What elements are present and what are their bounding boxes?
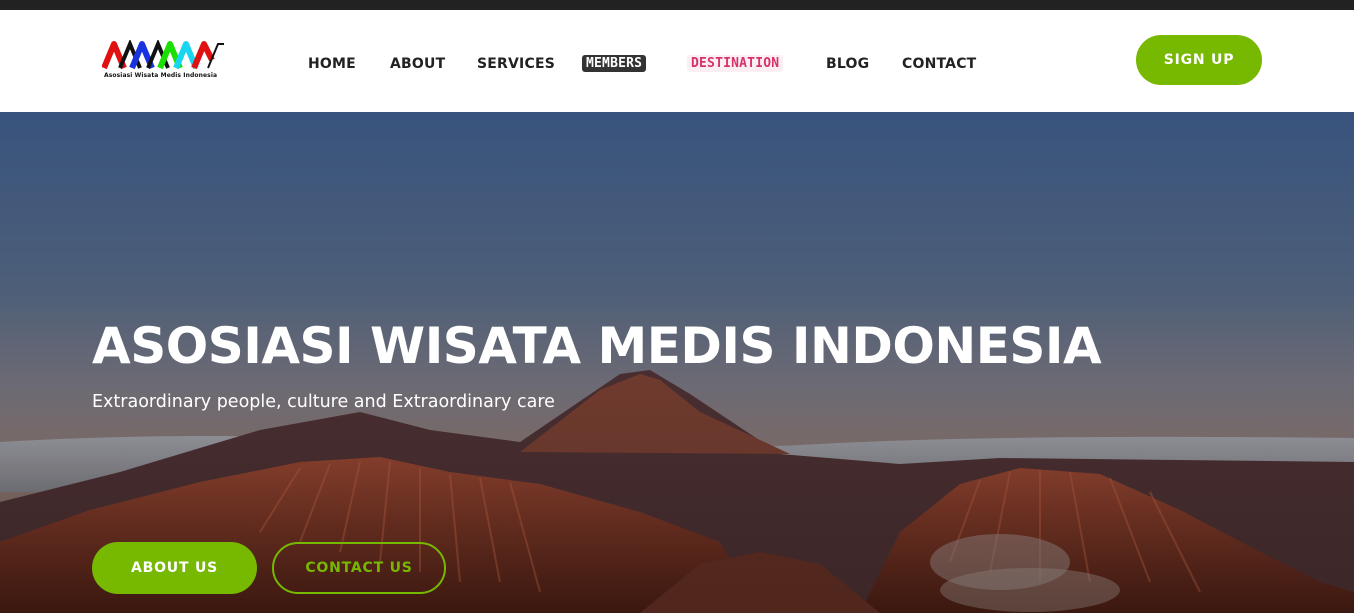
nav-item-about[interactable]: ABOUT [390,56,445,72]
nav-item-members[interactable]: MEMBERS [582,55,647,72]
nav-item-contact[interactable]: CONTACT [902,56,976,72]
sign-up-button[interactable]: SIGN UP [1136,35,1262,85]
hero-title: ASOSIASI WISATA MEDIS INDONESIA [92,317,1102,375]
hero-section: ASOSIASI WISATA MEDIS INDONESIA Extraord… [0,112,1354,613]
about-us-button[interactable]: ABOUT US [92,542,257,594]
nav-item-services[interactable]: SERVICES [477,56,555,72]
hero-subtitle: Extraordinary people, culture and Extrao… [92,392,555,412]
nav-item-destination[interactable]: DESTINATION [687,55,784,72]
site-header: Asosiasi Wisata Medis Indonesia HOME ABO… [0,10,1354,112]
contact-us-button[interactable]: CONTACT US [272,542,446,594]
nav-item-blog[interactable]: BLOG [826,56,869,72]
nav-item-home[interactable]: HOME [308,56,356,72]
top-bar [0,0,1354,10]
